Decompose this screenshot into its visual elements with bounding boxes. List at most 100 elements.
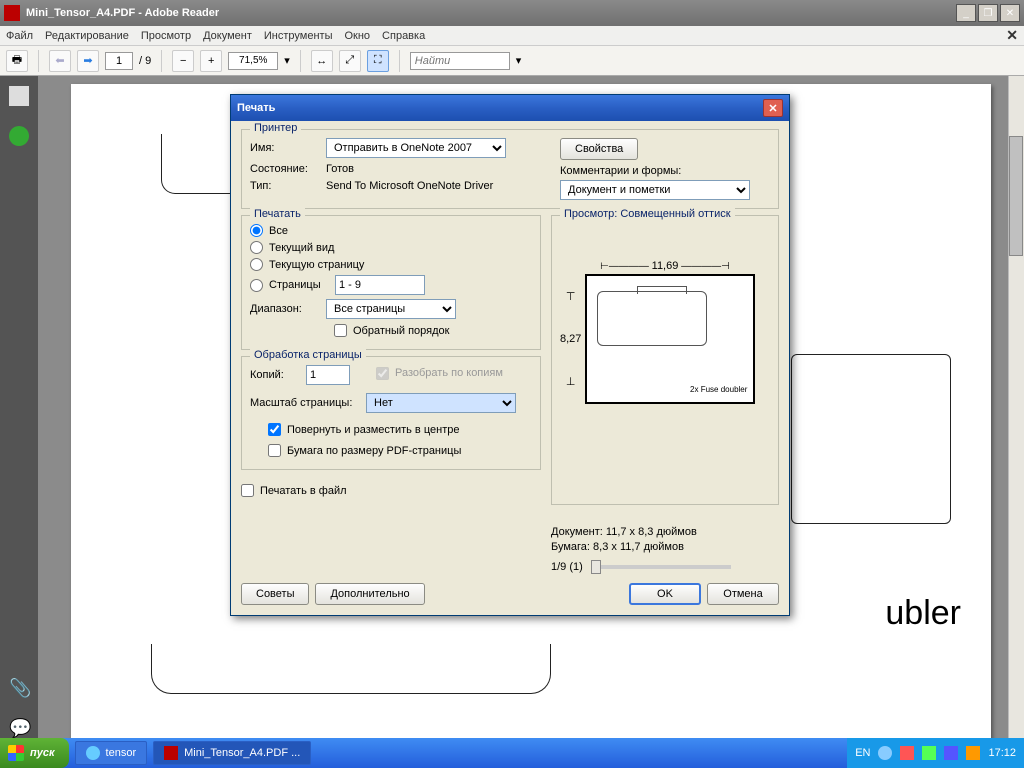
window-titlebar: Mini_Tensor_A4.PDF - Adobe Reader _ ❐ ✕ (0, 0, 1024, 26)
menu-help[interactable]: Справка (382, 30, 425, 42)
restore-button[interactable]: ❐ (978, 4, 998, 22)
minimize-button[interactable]: _ (956, 4, 976, 22)
copies-input[interactable] (306, 365, 350, 385)
pages-label: Страницы (269, 279, 329, 291)
start-label: пуск (30, 747, 55, 759)
comments-icon[interactable]: 💬 (9, 718, 29, 738)
copies-label: Копий: (250, 369, 300, 381)
menu-window[interactable]: Окно (344, 30, 370, 42)
tray-icon-3[interactable] (922, 746, 936, 760)
page-total: / 9 (139, 55, 151, 67)
fit-page-icon[interactable]: ⤢ (339, 50, 361, 72)
preview-page-label: 2x Fuse doubler (690, 385, 747, 394)
print-dialog: Печать ✕ Принтер Имя: Отправить в OneNot… (230, 94, 790, 616)
taskbar: пуск tensor Mini_Tensor_A4.PDF ... EN 17… (0, 738, 1024, 768)
autorotate-check[interactable]: Повернуть и разместить в центре (268, 423, 532, 436)
collate-check: Разобрать по копиям (376, 367, 503, 380)
language-indicator[interactable]: EN (855, 747, 870, 759)
preview-slider[interactable] (591, 565, 731, 569)
dialog-close-icon[interactable]: ✕ (763, 99, 783, 117)
tips-button[interactable]: Советы (241, 583, 309, 605)
tray-icon-4[interactable] (944, 746, 958, 760)
find-dropdown-icon[interactable]: ▾ (516, 54, 522, 67)
scale-select[interactable]: Нет (366, 393, 516, 413)
menu-bar: Файл Редактирование Просмотр Документ Ин… (0, 26, 1024, 46)
properties-button[interactable]: Свойства (560, 138, 638, 160)
subset-select[interactable]: Все страницы (326, 299, 456, 319)
attachments-icon[interactable]: 📎 (9, 678, 29, 698)
printer-name-label: Имя: (250, 142, 320, 154)
radio-pages-row: Страницы (250, 275, 532, 295)
slider-thumb[interactable] (591, 560, 601, 574)
radio-current-page[interactable]: Текущую страницу (250, 258, 532, 271)
dialog-titlebar[interactable]: Печать ✕ (231, 95, 789, 121)
preview-legend: Просмотр: Совмещенный оттиск (560, 208, 735, 220)
menu-file[interactable]: Файл (6, 30, 33, 42)
close-button[interactable]: ✕ (1000, 4, 1020, 22)
cancel-button[interactable]: Отмена (707, 583, 779, 605)
printer-type-label: Тип: (250, 180, 320, 192)
choose-paper-check[interactable]: Бумага по размеру PDF-страницы (268, 444, 532, 457)
comments-label: Комментарии и формы: (560, 165, 770, 177)
ok-button[interactable]: OK (629, 583, 701, 605)
reverse-order-check[interactable]: Обратный порядок (334, 324, 532, 337)
close-doc-icon[interactable]: ✕ (1006, 27, 1018, 44)
menu-document[interactable]: Документ (203, 30, 252, 42)
page-number-input[interactable] (105, 52, 133, 70)
scale-label: Масштаб страницы: (250, 397, 360, 409)
taskbar-item-reader[interactable]: Mini_Tensor_A4.PDF ... (153, 741, 311, 765)
zoom-in-icon[interactable]: + (200, 50, 222, 72)
scroll-thumb[interactable] (1009, 136, 1023, 256)
doc-size-info: Документ: 11,7 x 8,3 дюймов (551, 525, 779, 540)
range-legend: Печатать (250, 208, 305, 220)
advanced-button[interactable]: Дополнительно (315, 583, 424, 605)
next-page-icon[interactable]: ➡ (77, 50, 99, 72)
printer-group: Принтер Имя: Отправить в OneNote 2007 Со… (241, 129, 779, 209)
tray-icon-5[interactable] (966, 746, 980, 760)
page-handling-group: Обработка страницы Копий: Разобрать по к… (241, 356, 541, 470)
radio-current-view[interactable]: Текущий вид (250, 241, 532, 254)
app-task-icon (86, 746, 100, 760)
nav-sidebar: 📎 💬 (0, 76, 38, 748)
fit-width-icon[interactable]: ↔ (311, 50, 333, 72)
print-icon[interactable]: 🖶 (6, 50, 28, 72)
prev-page-icon[interactable]: ⬅ (49, 50, 71, 72)
printer-name-select[interactable]: Отправить в OneNote 2007 (326, 138, 506, 158)
printer-status-value: Готов (326, 163, 354, 175)
preview-counter: 1/9 (1) (551, 560, 583, 575)
vertical-scrollbar[interactable] (1008, 76, 1024, 748)
preview-group: Просмотр: Совмещенный оттиск ⊢———— 11,69… (551, 215, 779, 505)
taskbar-item-tensor[interactable]: tensor (75, 741, 148, 765)
help-panel-icon[interactable] (9, 126, 29, 146)
printer-legend: Принтер (250, 122, 301, 134)
tray-icon-2[interactable] (900, 746, 914, 760)
fullscreen-icon[interactable]: ⛶ (367, 50, 389, 72)
toolbar: 🖶 ⬅ ➡ / 9 − + 71,5% ▾ ↔ ⤢ ⛶ ▾ (0, 46, 1024, 76)
windows-logo-icon (8, 745, 24, 761)
pages-input[interactable] (335, 275, 425, 295)
dialog-title: Печать (237, 102, 275, 114)
pages-panel-icon[interactable] (9, 86, 29, 106)
radio-all[interactable]: Все (250, 224, 532, 237)
clock[interactable]: 17:12 (988, 747, 1016, 759)
app-icon (4, 5, 20, 21)
find-input[interactable] (410, 52, 510, 70)
zoom-level[interactable]: 71,5% (228, 52, 278, 70)
radio-pages[interactable] (250, 279, 263, 292)
zoom-out-icon[interactable]: − (172, 50, 194, 72)
menu-tools[interactable]: Инструменты (264, 30, 333, 42)
subset-label: Диапазон: (250, 303, 320, 315)
menu-view[interactable]: Просмотр (141, 30, 191, 42)
handling-legend: Обработка страницы (250, 349, 366, 361)
start-button[interactable]: пуск (0, 738, 69, 768)
print-range-group: Печатать Все Текущий вид Текущую страниц… (241, 215, 541, 350)
preview-height: 8,27 (560, 333, 581, 345)
print-to-file-check[interactable]: Печатать в файл (241, 484, 541, 497)
system-tray: EN 17:12 (847, 738, 1024, 768)
zoom-dropdown-icon[interactable]: ▾ (284, 54, 290, 67)
tray-icon-1[interactable] (878, 746, 892, 760)
menu-edit[interactable]: Редактирование (45, 30, 129, 42)
printer-status-label: Состояние: (250, 163, 320, 175)
printer-type-value: Send To Microsoft OneNote Driver (326, 180, 493, 192)
comments-select[interactable]: Документ и пометки (560, 180, 750, 200)
